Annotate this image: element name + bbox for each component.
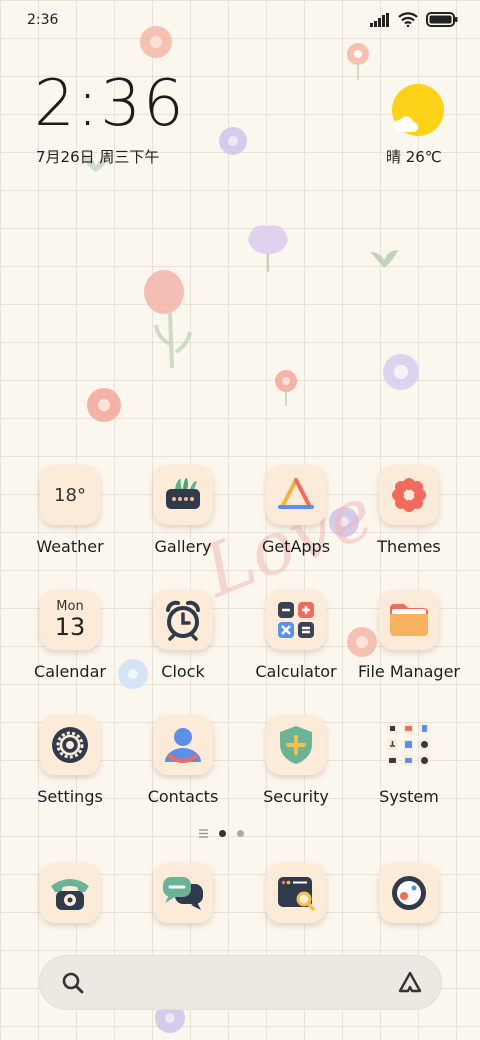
app-label: GetApps — [261, 537, 331, 556]
messages-icon — [163, 877, 203, 910]
assistant-icon[interactable] — [396, 970, 424, 996]
battery-icon — [426, 12, 458, 27]
weather-widget-text: 晴 26℃ — [386, 148, 442, 166]
dock-phone[interactable] — [40, 863, 100, 923]
getapps-icon — [266, 465, 326, 525]
app-label: Gallery — [154, 537, 212, 556]
phone-icon — [51, 879, 89, 910]
app-settings[interactable]: Settings — [15, 715, 125, 806]
shield-icon — [266, 715, 326, 775]
alarm-clock-icon — [153, 590, 213, 650]
page-dot — [237, 830, 244, 837]
page-list-icon — [199, 829, 208, 838]
dock-messages[interactable] — [153, 863, 213, 923]
page-indicator[interactable] — [199, 829, 244, 838]
wifi-icon — [398, 12, 418, 27]
app-file-manager[interactable]: File Manager — [354, 590, 464, 681]
app-label: Settings — [37, 787, 103, 806]
app-label: Calendar — [34, 662, 106, 681]
app-calculator[interactable]: Calculator — [241, 590, 351, 681]
calendar-icon-date: 13 — [54, 613, 86, 641]
app-label: System — [379, 787, 439, 806]
app-label: Contacts — [147, 787, 219, 806]
app-label: Weather — [36, 537, 104, 556]
app-clock[interactable]: Clock — [128, 590, 238, 681]
app-themes[interactable]: Themes — [354, 465, 464, 556]
app-system-folder[interactable]: System — [354, 715, 464, 806]
themes-icon — [379, 465, 439, 525]
app-label: File Manager — [358, 662, 460, 681]
clock-widget-date: 7月26日 周三下午 — [36, 148, 160, 166]
calculator-icon — [266, 590, 326, 650]
search-icon[interactable] — [61, 971, 85, 995]
sun-cloud-icon[interactable] — [388, 82, 448, 140]
signal-icon — [370, 12, 389, 27]
camera-icon — [392, 876, 426, 910]
app-label: Security — [263, 787, 329, 806]
calendar-icon: Mon 13 — [40, 590, 100, 650]
dock-browser[interactable] — [266, 863, 326, 923]
app-getapps[interactable]: GetApps — [241, 465, 351, 556]
app-calendar[interactable]: Mon 13 Calendar — [15, 590, 125, 681]
app-label: Calculator — [255, 662, 337, 681]
calendar-icon-day: Mon — [56, 599, 84, 614]
status-bar-icons — [370, 12, 458, 27]
page-dot-active — [219, 830, 226, 837]
app-security[interactable]: Security — [241, 715, 351, 806]
browser-icon — [278, 877, 315, 911]
status-bar-time: 2:36 — [27, 12, 59, 28]
system-folder-icon — [379, 715, 439, 775]
folder-icon — [379, 590, 439, 650]
weather-icon: 18° — [40, 465, 100, 525]
gallery-icon — [153, 465, 213, 525]
app-label: Clock — [161, 662, 205, 681]
app-gallery[interactable]: Gallery — [128, 465, 238, 556]
search-bar[interactable] — [39, 955, 442, 1010]
contacts-icon — [153, 715, 213, 775]
dock-camera[interactable] — [379, 863, 439, 923]
home-screen: Love 2:36 2:36 7月26日 周三下午 晴 26℃ 18° Weat… — [0, 0, 480, 1040]
app-contacts[interactable]: Contacts — [128, 715, 238, 806]
clock-widget-time[interactable]: 2:36 — [34, 72, 186, 136]
app-weather[interactable]: 18° Weather — [15, 465, 125, 556]
weather-icon-temp: 18° — [54, 484, 86, 506]
app-label: Themes — [377, 537, 441, 556]
gear-icon — [40, 715, 100, 775]
